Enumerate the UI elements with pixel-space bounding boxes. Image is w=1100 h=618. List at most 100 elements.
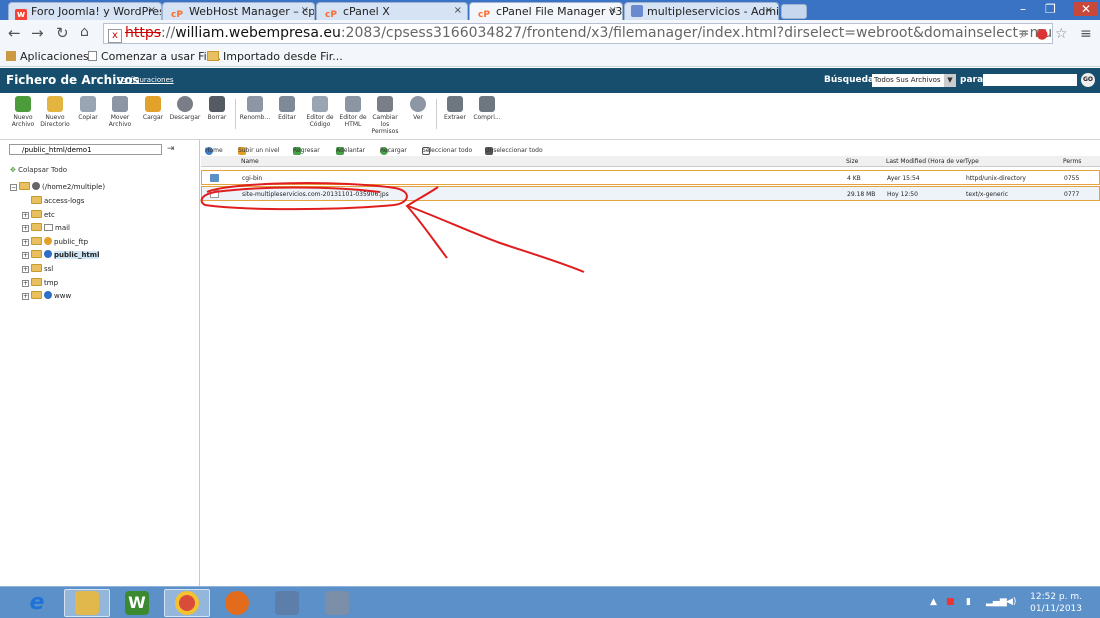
joomla-icon xyxy=(631,5,643,17)
search-scope-select[interactable]: Todos Sus Archivos ▼ xyxy=(872,74,956,87)
directory-tree-pane: /public_html/demo1 ⇥ ✥ Colapsar Todo − (/… xyxy=(0,140,200,586)
settings-link[interactable]: Configuraciones xyxy=(117,76,174,84)
power-icon[interactable]: ▮ xyxy=(966,597,971,607)
new-folder-icon xyxy=(47,96,63,112)
extension-icon[interactable]: ● xyxy=(1036,26,1048,42)
move-file-button[interactable]: Mover Archivo xyxy=(103,96,137,128)
tree-item-public-ftp[interactable]: + public_ftp xyxy=(22,237,88,246)
clock-date: 01/11/2013 xyxy=(1030,604,1082,614)
calculator-button[interactable] xyxy=(314,589,360,617)
close-tab-icon[interactable]: × xyxy=(609,5,617,16)
copy-button[interactable]: Copiar xyxy=(71,96,105,121)
tab-webhost-manager[interactable]: cPWebHost Manager – cp80 × xyxy=(162,2,315,20)
new-folder-button[interactable]: Nuevo Directorio xyxy=(38,96,72,128)
file-row-cgi-bin[interactable]: cgi-bin 4 KB Ayer 15:54 httpd/unix-direc… xyxy=(201,170,1100,185)
volume-icon[interactable]: ◀) xyxy=(1006,597,1016,607)
file-list-pane: Home Subir un nivel Regresar Adelantar R… xyxy=(201,140,1100,586)
tab-cpanel-x[interactable]: cP cPanel X × xyxy=(316,2,468,20)
file-row-site-backup[interactable]: site-multipleservicios.com-20131101-0359… xyxy=(201,186,1100,201)
code-editor-button[interactable]: Editor de Código xyxy=(303,96,337,128)
search-icon[interactable]: ⌕ xyxy=(1020,26,1028,42)
column-last-modified[interactable]: Last Modified (Hora de ver xyxy=(886,158,966,165)
toolbar-divider xyxy=(235,99,236,129)
show-hidden-icons-icon[interactable]: ▲ xyxy=(930,597,937,607)
minimize-icon[interactable]: – xyxy=(1020,2,1026,16)
tab-foro-joomla[interactable]: w Foro Joomla! y WordPress × xyxy=(8,2,162,20)
upload-button[interactable]: Cargar xyxy=(136,96,170,121)
back-icon[interactable]: ← xyxy=(8,24,21,42)
firefox-icon xyxy=(225,591,249,615)
new-file-icon xyxy=(15,96,31,112)
scanner-icon xyxy=(275,591,299,615)
chrome-button[interactable] xyxy=(164,589,210,617)
restore-icon[interactable]: ❐ xyxy=(1045,2,1056,16)
url-host: william.webempresa.eu xyxy=(175,25,341,41)
folder-icon xyxy=(31,250,42,258)
rename-button[interactable]: Renomb... xyxy=(238,96,272,121)
go-path-icon[interactable]: ⇥ xyxy=(167,144,175,154)
tree-item-public-html[interactable]: + public_html xyxy=(22,250,100,259)
folder-icon xyxy=(210,174,219,182)
scanner-button[interactable] xyxy=(264,589,310,617)
new-tab-button[interactable] xyxy=(781,4,807,19)
bookmark-imported[interactable]: Importado desde Fir... xyxy=(207,50,343,63)
folder-icon xyxy=(31,223,42,231)
column-perms[interactable]: Perms xyxy=(1063,158,1081,165)
close-window-icon[interactable]: ✕ xyxy=(1074,2,1099,16)
close-tab-icon[interactable]: × xyxy=(301,5,309,16)
url-scheme: https xyxy=(125,25,162,41)
web-icon xyxy=(44,291,52,299)
word-button[interactable]: W xyxy=(114,589,160,617)
column-name[interactable]: Name xyxy=(241,158,259,165)
path-input[interactable]: /public_html/demo1 xyxy=(9,144,162,155)
edit-button[interactable]: Editar xyxy=(270,96,304,121)
view-button[interactable]: Ver xyxy=(401,96,435,121)
compress-button[interactable]: Compri... xyxy=(470,96,504,121)
network-icon[interactable]: ▂▄▆ xyxy=(986,597,1007,607)
column-size[interactable]: Size xyxy=(846,158,858,165)
download-button[interactable]: Descargar xyxy=(168,96,202,121)
tree-item-etc[interactable]: + etc xyxy=(22,210,55,219)
menu-icon[interactable]: ≡ xyxy=(1080,26,1092,42)
folder-icon xyxy=(31,291,42,299)
html-editor-icon xyxy=(345,96,361,112)
tree-item-ssl[interactable]: + ssl xyxy=(22,264,53,273)
tree-item-access-logs[interactable]: access-logs xyxy=(31,196,84,205)
close-tab-icon[interactable]: × xyxy=(454,5,462,16)
internet-explorer-icon: e xyxy=(29,590,45,615)
navigation-bar: Home Subir un nivel Regresar Adelantar R… xyxy=(205,147,543,155)
address-bar[interactable]: x https://william.webempresa.eu:2083/cpse… xyxy=(103,23,1053,44)
tab-multipleservicios-admin[interactable]: multipleservicios - Admin × xyxy=(624,2,779,20)
tab-file-manager[interactable]: cP cPanel File Manager v3 × xyxy=(469,2,623,21)
file-explorer-button[interactable] xyxy=(64,589,110,617)
search-input[interactable] xyxy=(983,74,1077,86)
view-icon xyxy=(410,96,426,112)
delete-button[interactable]: Borrar xyxy=(200,96,234,121)
bookmark-firefox-start[interactable]: Comenzar a usar Fir... xyxy=(88,50,221,63)
reload-icon[interactable]: ↻ xyxy=(56,24,69,42)
firefox-button[interactable] xyxy=(214,589,260,617)
close-tab-icon[interactable]: × xyxy=(148,5,156,16)
tree-root[interactable]: − (/home2/multiple) xyxy=(10,182,105,191)
tree-item-tmp[interactable]: + tmp xyxy=(22,278,58,287)
bookmark-star-icon[interactable]: ☆ xyxy=(1055,26,1068,42)
internet-explorer-button[interactable]: e xyxy=(14,589,60,617)
column-type[interactable]: Type xyxy=(965,158,979,165)
new-file-button[interactable]: Nuevo Archivo xyxy=(6,96,40,128)
screen: w Foro Joomla! y WordPress × cP WebHost Ma… xyxy=(0,0,1100,618)
html-editor-button[interactable]: Editor de HTML xyxy=(336,96,370,128)
system-clock[interactable]: 12:52 p. m. 01/11/2013 xyxy=(1030,591,1082,615)
folder-icon xyxy=(19,182,30,190)
change-permissions-button[interactable]: Cambiar los Permisos xyxy=(368,96,402,135)
collapse-all-link[interactable]: ✥ Colapsar Todo xyxy=(10,166,67,174)
tree-item-mail[interactable]: + mail xyxy=(22,223,70,232)
extract-button[interactable]: Extraer xyxy=(438,96,472,121)
close-tab-icon[interactable]: × xyxy=(765,5,773,16)
home-icon[interactable]: ⌂ xyxy=(80,24,89,40)
chevron-down-icon: ▼ xyxy=(944,74,956,87)
forward-icon[interactable]: → xyxy=(31,24,44,42)
tree-item-www[interactable]: + www xyxy=(22,291,71,300)
go-button[interactable]: GO xyxy=(1081,73,1095,87)
security-alert-icon[interactable]: ■ xyxy=(946,597,955,607)
bookmark-apps[interactable]: Aplicaciones xyxy=(6,50,89,63)
